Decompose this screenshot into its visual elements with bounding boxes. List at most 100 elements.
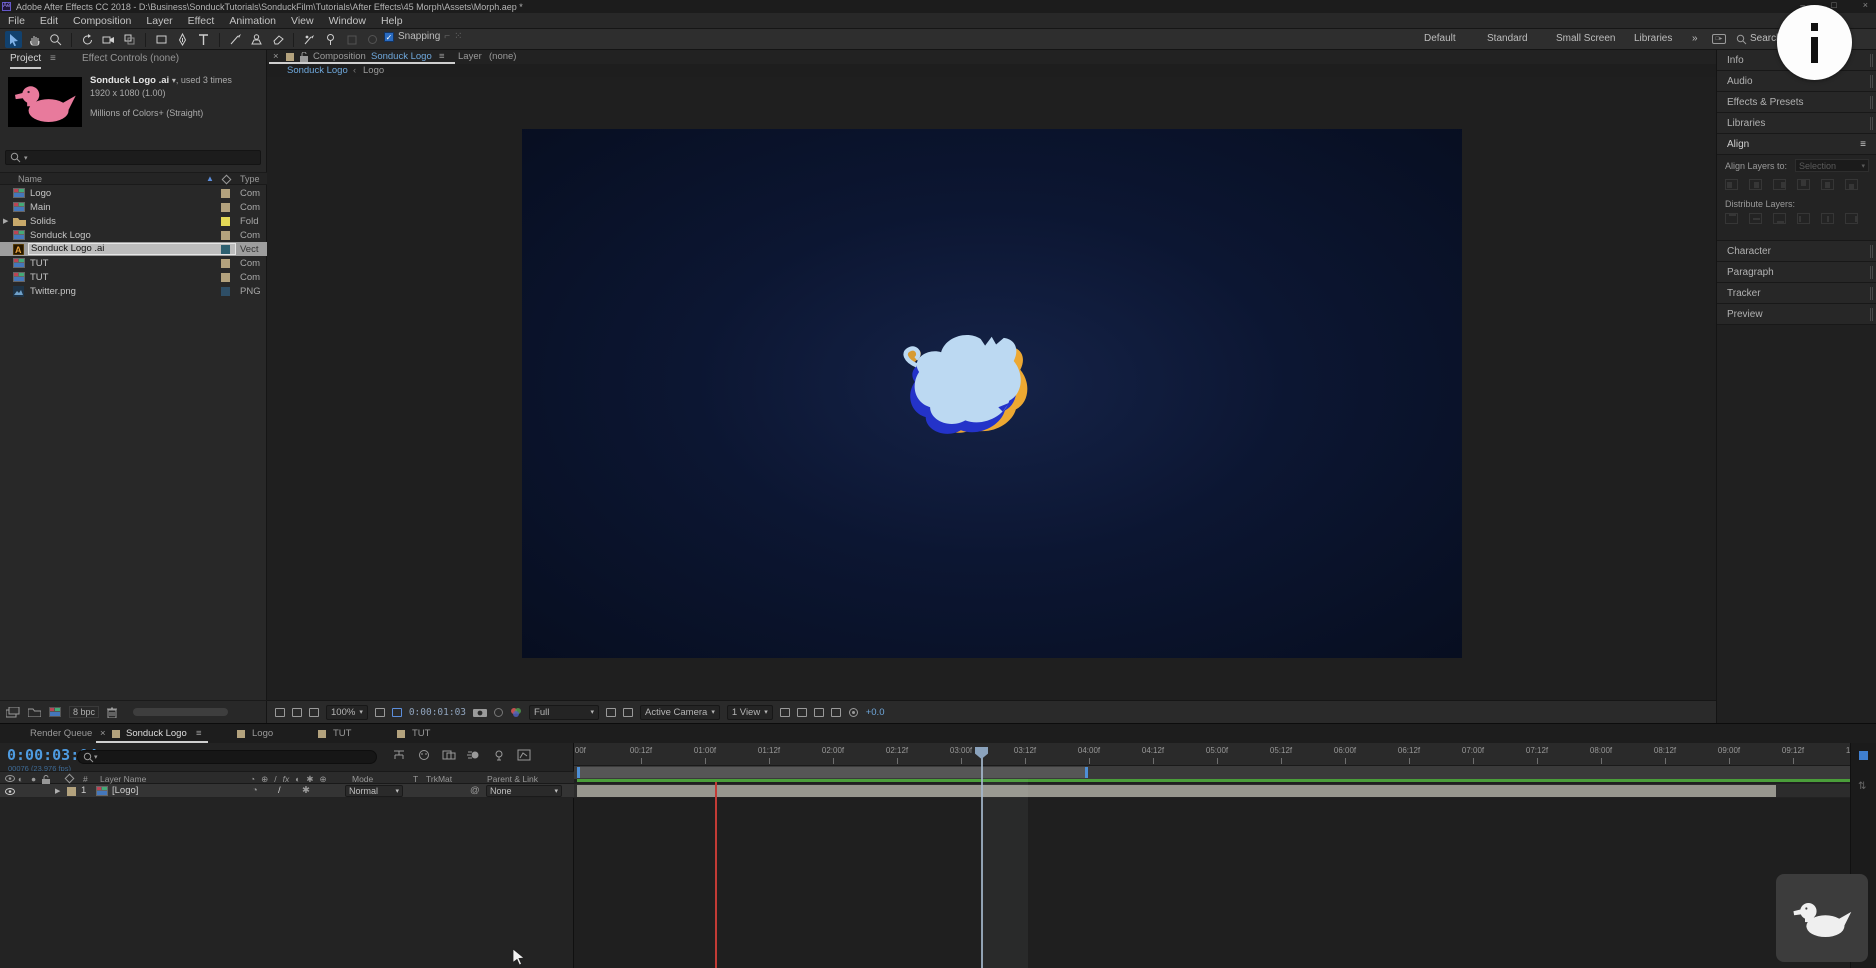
layer-row-1[interactable]: ▶ 1 [Logo] ◔ / ✱ Normal▾ @ None▾	[0, 784, 574, 798]
puppet-pin-tool-icon[interactable]	[322, 31, 339, 48]
search-workspace-icon[interactable]	[1736, 34, 1747, 45]
workspace-default[interactable]: Default	[1424, 33, 1456, 44]
type-tool-icon[interactable]	[195, 31, 212, 48]
label-color-swatch[interactable]	[221, 189, 230, 198]
distribute-horizontal-center-icon[interactable]	[1821, 213, 1834, 224]
mask-visibility-icon[interactable]	[309, 708, 319, 717]
eraser-tool-icon[interactable]	[269, 31, 286, 48]
layer-visibility-icon[interactable]	[5, 788, 15, 795]
timeline-button-icon[interactable]	[814, 708, 824, 717]
align-panel-menu-icon[interactable]: ≡	[1860, 139, 1866, 150]
align-center-horizontal-icon[interactable]	[1749, 179, 1762, 190]
viewer-tab-logo[interactable]: Logo	[363, 65, 384, 76]
project-row-twitter-png[interactable]: Twitter.png PNG	[0, 284, 267, 298]
hand-tool-icon[interactable]	[26, 31, 43, 48]
interpret-footage-icon[interactable]	[6, 707, 20, 718]
composition-panel-comp-name[interactable]: Sonduck Logo	[371, 51, 432, 62]
mode-column-label[interactable]: Mode	[352, 774, 373, 784]
panel-effects-presets[interactable]: Effects & Presets	[1717, 92, 1876, 113]
menu-effect[interactable]: Effect	[188, 15, 215, 27]
reset-exposure-icon[interactable]	[848, 707, 859, 718]
layer-name[interactable]: [Logo]	[112, 785, 138, 796]
frame-blending-icon[interactable]	[442, 749, 456, 761]
motion-blur-icon[interactable]	[467, 749, 481, 761]
fast-previews-icon[interactable]	[797, 708, 807, 717]
blend-mode-select[interactable]: Normal▾	[345, 785, 403, 797]
proxy-icon[interactable]	[275, 708, 285, 717]
distribute-bottom-icon[interactable]	[1773, 213, 1786, 224]
panel-paragraph[interactable]: Paragraph	[1717, 262, 1876, 283]
bit-depth-button[interactable]: 8 bpc	[69, 706, 99, 718]
pan-behind-tool-icon[interactable]	[121, 31, 138, 48]
comp-button-icon[interactable]	[1859, 751, 1868, 760]
shy-icon[interactable]	[417, 749, 431, 761]
menu-animation[interactable]: Animation	[229, 15, 276, 27]
workspace-bar-icon[interactable]: □▸	[1712, 34, 1726, 44]
camera-select[interactable]: Active Camera▾	[640, 705, 720, 720]
viewer-panel-menu-icon[interactable]: ≡	[439, 51, 445, 62]
panel-character[interactable]: Character	[1717, 241, 1876, 262]
zoom-level-select[interactable]: 100%▾	[326, 705, 368, 720]
composition-flowchart-icon[interactable]	[392, 749, 406, 761]
project-row-tut-2[interactable]: TUT Com	[0, 270, 267, 284]
parent-select[interactable]: None▾	[486, 785, 562, 797]
align-top-icon[interactable]	[1797, 179, 1810, 190]
channels-icon[interactable]	[510, 707, 522, 717]
grid-guides-icon[interactable]	[375, 708, 385, 717]
close-button[interactable]: ×	[1863, 0, 1868, 10]
brainstorm-icon[interactable]	[492, 749, 506, 761]
pen-tool-icon[interactable]	[174, 31, 191, 48]
project-row-logo[interactable]: Logo Com	[0, 186, 267, 200]
label-color-swatch[interactable]	[221, 203, 230, 212]
menu-composition[interactable]: Composition	[73, 15, 131, 27]
layer-panel-label[interactable]: Layer	[458, 51, 482, 62]
clone-stamp-tool-icon[interactable]	[248, 31, 265, 48]
menu-view[interactable]: View	[291, 15, 314, 27]
project-row-sonduck-logo-ai[interactable]: A Sonduck Logo .ai Vect	[0, 242, 267, 256]
label-color-swatch[interactable]	[221, 273, 230, 282]
panel-preview[interactable]: Preview	[1717, 304, 1876, 325]
workspace-standard[interactable]: Standard	[1487, 33, 1528, 44]
time-ruler[interactable]: 0:00f 00:12f 01:00f 01:12f 02:00f 02:12f…	[574, 743, 1850, 766]
tab-close-icon[interactable]: ×	[100, 728, 106, 739]
label-color-swatch[interactable]	[221, 259, 230, 268]
label-color-swatch[interactable]	[221, 245, 230, 254]
tab-effect-controls[interactable]: Effect Controls (none)	[82, 53, 179, 64]
panel-tracker[interactable]: Tracker	[1717, 283, 1876, 304]
layer-expander-icon[interactable]: ▶	[55, 787, 60, 795]
current-time-indicator-line[interactable]	[981, 757, 983, 968]
work-area-bar[interactable]	[577, 767, 1088, 778]
horizontal-scrollbar[interactable]	[133, 708, 228, 716]
layer-color-swatch[interactable]	[67, 787, 76, 796]
layer-motion-blur-icon[interactable]: ✱	[302, 785, 310, 796]
tab-sonduck-logo[interactable]: Sonduck Logo	[126, 728, 187, 739]
pixel-aspect-icon[interactable]	[780, 708, 790, 717]
align-left-icon[interactable]	[1725, 179, 1738, 190]
expander-icon[interactable]: ▶	[3, 217, 8, 225]
scroll-arrows-icon[interactable]: ⇅	[1858, 781, 1866, 792]
viewer-viewport[interactable]	[267, 77, 1716, 700]
brush-tool-icon[interactable]	[227, 31, 244, 48]
column-name[interactable]: Name	[18, 174, 42, 184]
camera-tool-icon[interactable]	[100, 31, 117, 48]
tab-menu-icon[interactable]: ≡	[196, 728, 202, 739]
column-type[interactable]: Type	[240, 174, 260, 184]
sort-ascending-icon[interactable]: ▲	[206, 174, 214, 183]
t-column-label[interactable]: T	[413, 774, 418, 784]
trkmat-column-label[interactable]: TrkMat	[426, 774, 452, 784]
layer-duration-bar[interactable]	[577, 785, 1776, 797]
delete-icon[interactable]	[107, 707, 117, 718]
align-center-vertical-icon[interactable]	[1821, 179, 1834, 190]
menu-help[interactable]: Help	[381, 15, 403, 27]
region-of-interest-icon[interactable]	[392, 708, 402, 717]
layer-quality-icon[interactable]: /	[278, 785, 281, 796]
shape-tool-icon[interactable]	[153, 31, 170, 48]
parent-link-column-label[interactable]: Parent & Link	[487, 774, 538, 784]
label-color-swatch[interactable]	[221, 217, 230, 226]
project-row-tut-1[interactable]: TUT Com	[0, 256, 267, 270]
align-bottom-icon[interactable]	[1845, 179, 1858, 190]
distribute-left-icon[interactable]	[1797, 213, 1810, 224]
snapshot-camera-icon[interactable]	[473, 707, 487, 717]
show-snapshot-icon[interactable]	[494, 708, 503, 717]
target-region-icon[interactable]	[606, 708, 616, 717]
